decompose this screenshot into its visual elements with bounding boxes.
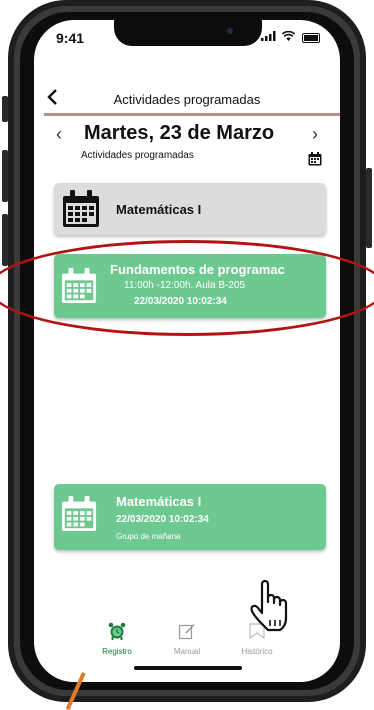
card-group: Grupo de mañana [116, 532, 181, 541]
status-icons [261, 30, 320, 44]
next-day-button[interactable]: › [312, 124, 318, 145]
calendar-icon[interactable] [308, 152, 322, 166]
notch [114, 20, 262, 46]
calendar-icon [62, 190, 100, 233]
date-title: Martes, 23 de Marzo [84, 122, 275, 144]
tab-manual[interactable]: Manual [152, 622, 222, 656]
date-navigator: ‹ Martes, 23 de Marzo › Actividades prog… [34, 120, 340, 170]
previous-day-button[interactable]: ‹ [56, 124, 62, 145]
tab-label: Manual [173, 647, 201, 656]
date-subtitle: Actividades programadas [81, 150, 194, 161]
page-title: Actividades programadas [113, 92, 261, 107]
tab-registro[interactable]: Registro [82, 622, 152, 656]
status-time: 9:41 [56, 30, 85, 46]
home-indicator [134, 666, 242, 670]
activity-card-matematicas[interactable]: Matemáticas I [54, 183, 326, 235]
battery-icon [302, 32, 320, 43]
signal-icon [261, 30, 281, 44]
phone-power-button [366, 168, 372, 248]
card-timestamp: 22/03/2020 10:02:34 [116, 514, 209, 525]
wifi-icon [281, 30, 299, 44]
hand-pointer-icon [250, 579, 288, 632]
card-title: Matemáticas I [116, 202, 202, 217]
highlight-ellipse [0, 240, 374, 336]
camera-dot [227, 28, 233, 34]
activity-card-matematicas-grupo[interactable]: Matemáticas I 22/03/2020 10:02:34 Grupo … [54, 484, 326, 550]
tab-label: Histórico [241, 647, 273, 656]
edit-icon [178, 623, 196, 644]
calendar-icon [61, 496, 97, 537]
card-title: Matemáticas I [116, 494, 202, 509]
tab-label: Registro [102, 647, 132, 656]
header-divider [44, 113, 340, 116]
alarm-clock-icon [108, 622, 126, 644]
